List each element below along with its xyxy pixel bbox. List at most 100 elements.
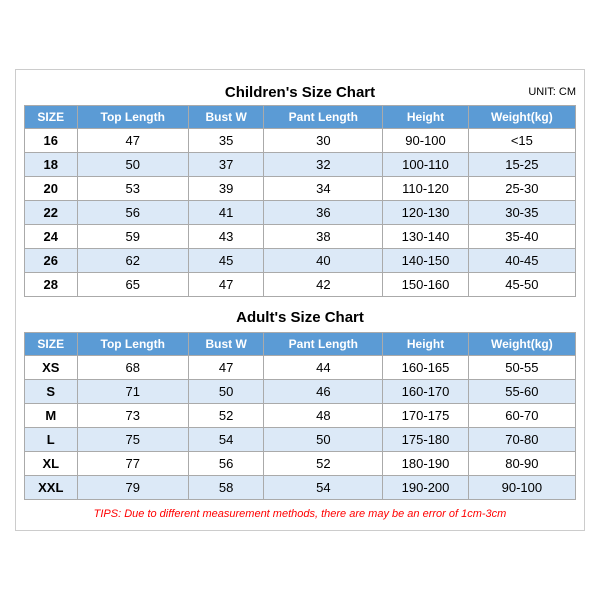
table-cell: 35: [188, 129, 263, 153]
table-cell: 35-40: [468, 225, 575, 249]
children-header-row: SIZE Top Length Bust W Pant Length Heigh…: [25, 106, 576, 129]
children-col-height: Height: [383, 106, 468, 129]
table-cell: 140-150: [383, 249, 468, 273]
adult-col-size: SIZE: [25, 333, 78, 356]
table-cell: 71: [77, 380, 188, 404]
unit-label: UNIT: CM: [528, 86, 576, 98]
table-row: L755450175-18070-80: [25, 428, 576, 452]
table-row: 22564136120-13030-35: [25, 201, 576, 225]
children-title-text: Children's Size Chart: [225, 84, 375, 101]
table-cell: 58: [188, 476, 263, 500]
table-row: M735248170-17560-70: [25, 404, 576, 428]
table-cell: 20: [25, 177, 78, 201]
table-cell: 100-110: [383, 153, 468, 177]
table-cell: 160-170: [383, 380, 468, 404]
table-cell: 15-25: [468, 153, 575, 177]
children-table: SIZE Top Length Bust W Pant Length Heigh…: [24, 105, 576, 297]
table-cell: 34: [264, 177, 383, 201]
table-cell: 47: [77, 129, 188, 153]
table-cell: 50-55: [468, 356, 575, 380]
table-cell: 40: [264, 249, 383, 273]
adult-col-bust-w: Bust W: [188, 333, 263, 356]
table-cell: 75: [77, 428, 188, 452]
children-col-top-length: Top Length: [77, 106, 188, 129]
table-row: XL775652180-19080-90: [25, 452, 576, 476]
table-cell: 80-90: [468, 452, 575, 476]
table-row: XS684744160-16550-55: [25, 356, 576, 380]
table-cell: 24: [25, 225, 78, 249]
table-cell: 56: [188, 452, 263, 476]
table-cell: 175-180: [383, 428, 468, 452]
adult-table: SIZE Top Length Bust W Pant Length Heigh…: [24, 332, 576, 500]
table-row: S715046160-17055-60: [25, 380, 576, 404]
table-cell: 44: [264, 356, 383, 380]
table-cell: 170-175: [383, 404, 468, 428]
table-cell: 39: [188, 177, 263, 201]
table-cell: 90-100: [468, 476, 575, 500]
children-col-size: SIZE: [25, 106, 78, 129]
table-cell: 22: [25, 201, 78, 225]
table-cell: <15: [468, 129, 575, 153]
table-row: 24594338130-14035-40: [25, 225, 576, 249]
table-cell: 70-80: [468, 428, 575, 452]
table-cell: 40-45: [468, 249, 575, 273]
table-cell: 18: [25, 153, 78, 177]
children-col-pant-length: Pant Length: [264, 106, 383, 129]
table-cell: 30: [264, 129, 383, 153]
table-row: 28654742150-16045-50: [25, 273, 576, 297]
table-cell: 160-165: [383, 356, 468, 380]
table-cell: 50: [188, 380, 263, 404]
table-cell: 26: [25, 249, 78, 273]
adult-title: Adult's Size Chart: [24, 303, 576, 330]
table-cell: 47: [188, 356, 263, 380]
table-cell: 120-130: [383, 201, 468, 225]
table-cell: 41: [188, 201, 263, 225]
table-cell: XS: [25, 356, 78, 380]
table-cell: 50: [77, 153, 188, 177]
table-cell: 48: [264, 404, 383, 428]
table-cell: 68: [77, 356, 188, 380]
table-row: XXL795854190-20090-100: [25, 476, 576, 500]
table-cell: 43: [188, 225, 263, 249]
table-cell: 45-50: [468, 273, 575, 297]
table-cell: 45: [188, 249, 263, 273]
table-cell: 59: [77, 225, 188, 249]
table-cell: S: [25, 380, 78, 404]
size-chart-container: Children's Size Chart UNIT: CM SIZE Top …: [15, 69, 585, 531]
table-cell: 50: [264, 428, 383, 452]
table-cell: 62: [77, 249, 188, 273]
table-cell: 110-120: [383, 177, 468, 201]
table-cell: L: [25, 428, 78, 452]
table-cell: XL: [25, 452, 78, 476]
table-cell: 46: [264, 380, 383, 404]
children-col-weight: Weight(kg): [468, 106, 575, 129]
table-cell: 79: [77, 476, 188, 500]
table-cell: 28: [25, 273, 78, 297]
tips-text: TIPS: Due to different measurement metho…: [24, 504, 576, 522]
table-cell: 36: [264, 201, 383, 225]
adult-title-text: Adult's Size Chart: [236, 309, 364, 326]
adult-header-row: SIZE Top Length Bust W Pant Length Heigh…: [25, 333, 576, 356]
table-row: 20533934110-12025-30: [25, 177, 576, 201]
table-cell: 190-200: [383, 476, 468, 500]
table-cell: 30-35: [468, 201, 575, 225]
table-cell: 37: [188, 153, 263, 177]
table-cell: 52: [264, 452, 383, 476]
table-row: 26624540140-15040-45: [25, 249, 576, 273]
table-cell: 16: [25, 129, 78, 153]
table-cell: 38: [264, 225, 383, 249]
table-cell: 42: [264, 273, 383, 297]
table-cell: M: [25, 404, 78, 428]
children-col-bust-w: Bust W: [188, 106, 263, 129]
children-title: Children's Size Chart UNIT: CM: [24, 78, 576, 105]
table-row: 18503732100-11015-25: [25, 153, 576, 177]
table-row: 1647353090-100<15: [25, 129, 576, 153]
table-cell: XXL: [25, 476, 78, 500]
table-cell: 54: [188, 428, 263, 452]
table-cell: 73: [77, 404, 188, 428]
table-cell: 180-190: [383, 452, 468, 476]
adult-col-pant-length: Pant Length: [264, 333, 383, 356]
table-cell: 53: [77, 177, 188, 201]
table-cell: 90-100: [383, 129, 468, 153]
table-cell: 32: [264, 153, 383, 177]
